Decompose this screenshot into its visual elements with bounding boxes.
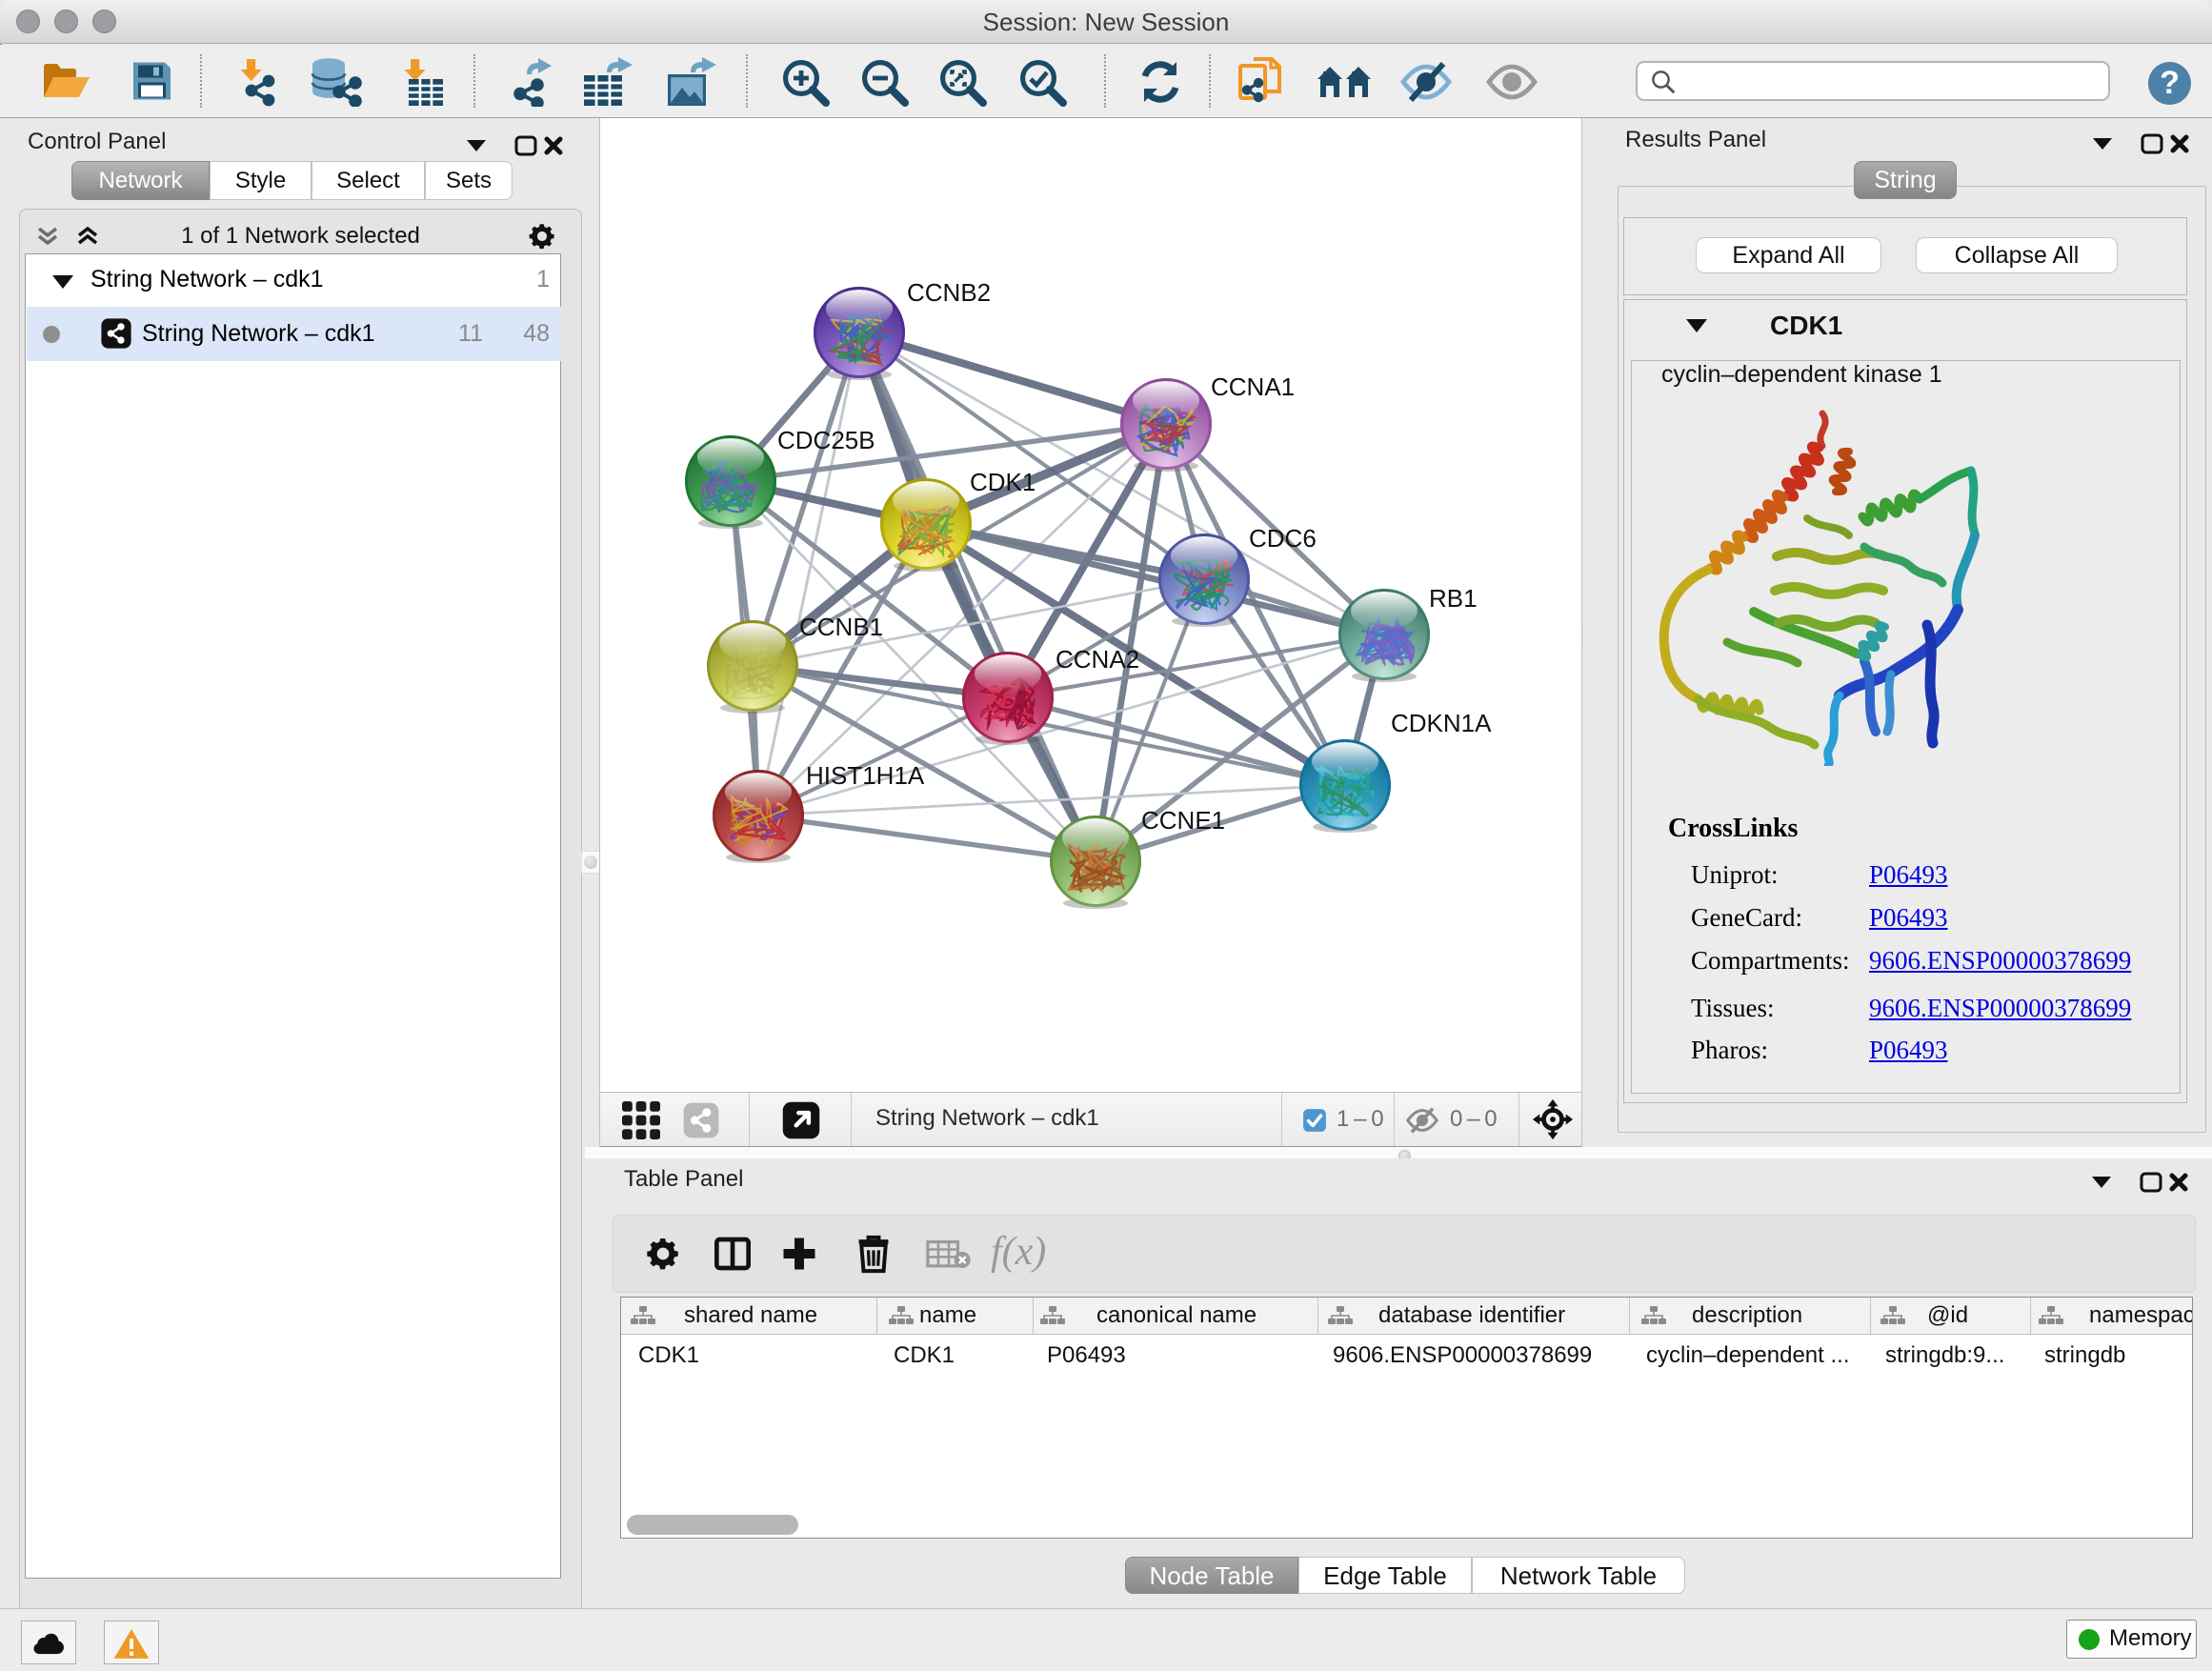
svg-text:HIST1H1A: HIST1H1A [806, 761, 925, 790]
svg-text:CDC25B: CDC25B [777, 426, 875, 454]
svg-text:CDKN1A: CDKN1A [1391, 709, 1492, 737]
svg-text:CCNB1: CCNB1 [799, 613, 883, 641]
svg-text:CCNA2: CCNA2 [1056, 645, 1139, 674]
svg-text:RB1: RB1 [1429, 584, 1478, 613]
svg-text:CCNA1: CCNA1 [1211, 372, 1295, 401]
svg-text:CCNE1: CCNE1 [1141, 806, 1225, 835]
svg-text:CCNB2: CCNB2 [907, 278, 991, 307]
svg-text:CDK1: CDK1 [970, 468, 1036, 496]
svg-text:CDC6: CDC6 [1249, 524, 1317, 553]
